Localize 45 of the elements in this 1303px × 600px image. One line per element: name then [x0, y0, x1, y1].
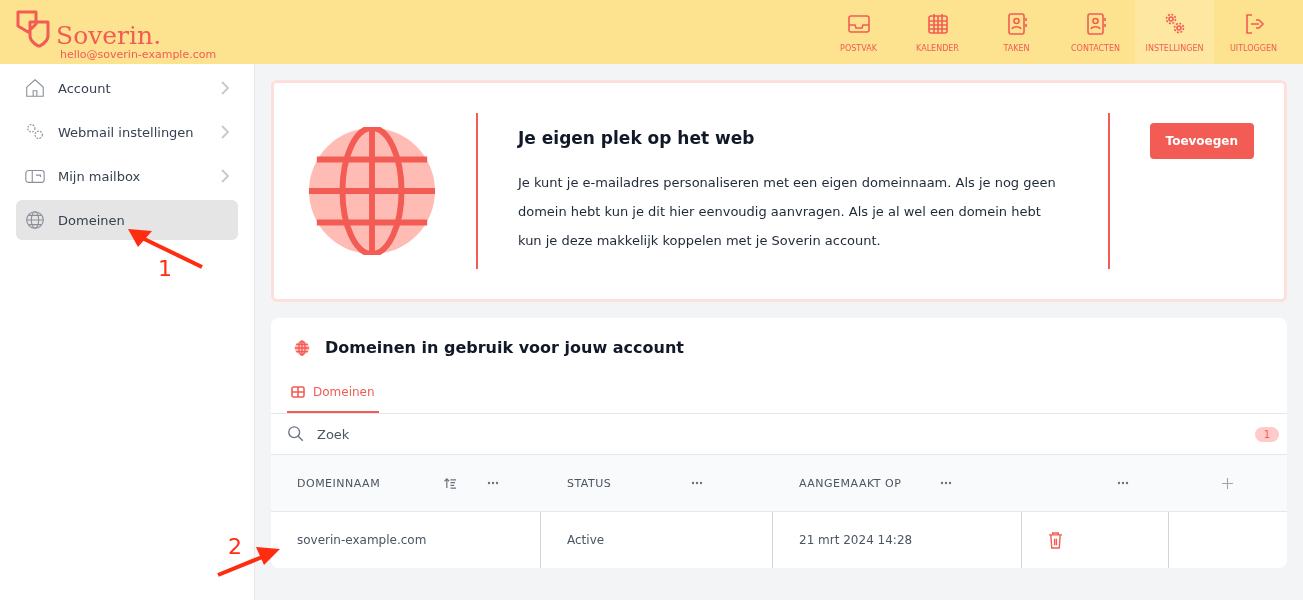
shield-logo-icon: [16, 10, 50, 48]
search-icon: [287, 425, 305, 443]
sidebar-item[interactable]: Mijn mailbox: [16, 156, 238, 196]
delete-icon[interactable]: [1048, 531, 1063, 549]
search-field[interactable]: Zoek: [315, 425, 1245, 443]
calendar-icon: [925, 11, 950, 36]
domain-cell: soverin-example.com: [297, 533, 427, 547]
sidebar-item[interactable]: Webmail instellingen: [16, 112, 238, 152]
more-options-icon[interactable]: [940, 481, 952, 485]
sidebar-item[interactable]: Domeinen: [16, 200, 238, 240]
sort-icon[interactable]: [444, 477, 457, 489]
annotation-number: 1: [158, 258, 172, 280]
chevron-right-icon: [220, 124, 230, 140]
promo-title: Je eigen plek op het web: [518, 127, 756, 148]
tab[interactable]: Domeinen: [287, 373, 379, 413]
add-column-icon[interactable]: [1221, 477, 1233, 489]
more-options-icon[interactable]: [487, 481, 499, 485]
brand-name: Soverin.: [56, 23, 162, 48]
column-header[interactable]: DOMEINNAAM: [297, 476, 444, 490]
globe-icon: [293, 338, 311, 357]
column-header[interactable]: AANGEMAAKT OP: [799, 476, 940, 490]
more-options-icon[interactable]: [691, 481, 703, 485]
nav-item[interactable]: UITLOGGEN: [1214, 0, 1293, 64]
globe-icon: [24, 209, 46, 231]
promo-description: Je kunt je e-mailadres personaliseren met een eigen domeinnaam. Als je nog geen domein hebt kun je dit hier eenvoudig aanvragen. Als je al wel een domein hebt kun je deze makkelijk koppelen met je Soverin account.: [518, 173, 1057, 250]
created-date-cell: 21 mrt 2024 14:28: [799, 533, 913, 547]
nav-item[interactable]: INSTELLINGEN: [1135, 0, 1214, 64]
nav-item[interactable]: POSTVAK: [819, 0, 898, 64]
nav-item[interactable]: KALENDER: [898, 0, 977, 64]
nav-item[interactable]: TAKEN: [977, 0, 1056, 64]
section-title: Domeinen in gebruik voor jouw account: [325, 338, 684, 357]
add-button[interactable]: Toevoegen: [1149, 123, 1254, 159]
annotation-number: 2: [228, 536, 242, 558]
more-options-icon[interactable]: [1117, 481, 1129, 485]
nav-item[interactable]: CONTACTEN: [1056, 0, 1135, 64]
table-icon: [291, 386, 305, 398]
home-icon: [24, 77, 46, 99]
globe-illustration-icon: [308, 127, 436, 255]
account-email: hello@soverin-example.com: [60, 48, 217, 61]
chevron-right-icon: [220, 80, 230, 96]
status-cell: Active: [567, 533, 605, 547]
sidebar-item[interactable]: Account: [16, 68, 238, 108]
column-header[interactable]: STATUS: [567, 476, 691, 490]
chevron-right-icon: [220, 168, 230, 184]
result-count: 1: [1254, 426, 1279, 442]
